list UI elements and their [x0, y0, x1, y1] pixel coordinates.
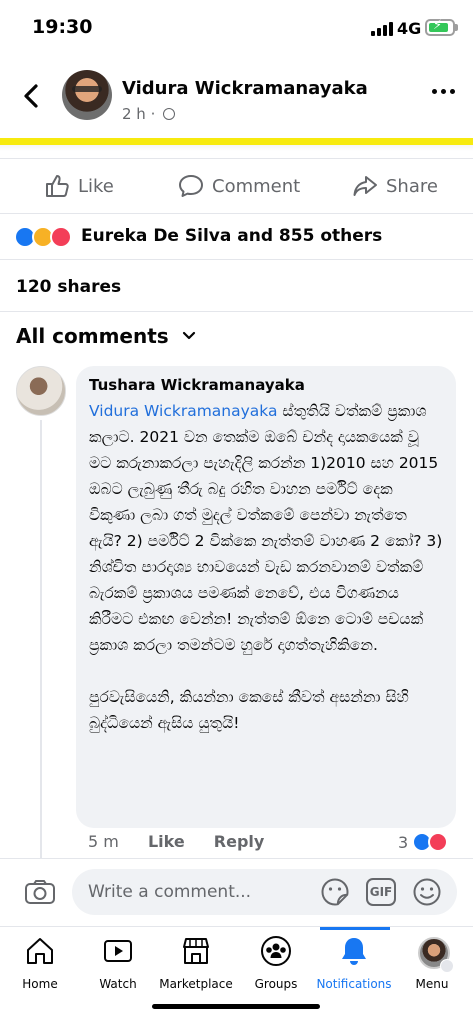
comment-author[interactable]: Tushara Wickramanayaka: [89, 376, 443, 394]
meta-separator: ·: [150, 105, 156, 123]
battery-tip: [455, 24, 458, 31]
chevron-down-icon: [182, 331, 195, 340]
groups-icon: [261, 936, 291, 966]
nav-groups-label: Groups: [254, 977, 298, 991]
comment-input[interactable]: [72, 869, 457, 915]
emoji-button[interactable]: [412, 877, 442, 907]
nav-groups[interactable]: Groups: [236, 927, 316, 1001]
signal-icon: [371, 22, 393, 36]
nav-menu[interactable]: Menu: [392, 927, 472, 1001]
emoji-icon: [413, 878, 441, 906]
bell-icon: [342, 938, 366, 965]
reaction-summary-text[interactable]: Eureka De Silva and 855 others: [81, 226, 382, 246]
author-avatar[interactable]: [62, 70, 112, 120]
shares-count[interactable]: 120 shares: [16, 277, 121, 297]
reaction-icons: [14, 226, 76, 248]
gif-button[interactable]: GIF: [366, 878, 396, 906]
sticker-button[interactable]: [320, 877, 350, 907]
comment-label: Comment: [212, 175, 301, 197]
nav-watch-label: Watch: [99, 977, 137, 991]
comment-icon: [179, 175, 203, 197]
comment-time: 5 m: [88, 832, 119, 851]
home-icon: [27, 938, 53, 964]
more-options-button[interactable]: [432, 86, 456, 96]
nav-watch[interactable]: Watch: [78, 927, 158, 1001]
comment-bubble[interactable]: Tushara Wickramanayaka Vidura Wickramana…: [76, 366, 456, 828]
post-meta: 2 h ·: [122, 105, 176, 123]
shares-row[interactable]: 120 shares: [0, 260, 473, 312]
comment-like-button[interactable]: Like: [148, 832, 185, 851]
author-name[interactable]: Vidura Wickramanayaka: [122, 78, 368, 99]
nav-home[interactable]: Home: [0, 927, 80, 1001]
love-reaction-icon: [50, 226, 72, 248]
comment-body: Vidura Wickramanayaka ස්තුතියි වත්කම් ප්…: [89, 398, 443, 658]
globe-icon: [163, 108, 176, 120]
reactions-summary[interactable]: Eureka De Silva and 855 others: [0, 214, 473, 260]
camera-button[interactable]: [24, 879, 56, 905]
battery-icon: ⚡: [425, 18, 455, 36]
commenter-avatar[interactable]: [16, 366, 66, 416]
share-button[interactable]: Share: [352, 169, 438, 203]
menu-badge-icon: [440, 959, 454, 973]
post-action-row: Like Comment Share: [0, 158, 473, 214]
comment-button[interactable]: Comment: [178, 169, 300, 203]
comment-reply-button[interactable]: Reply: [214, 832, 265, 851]
thumbs-up-icon: [46, 175, 69, 197]
watch-icon: [104, 940, 132, 962]
share-label: Share: [386, 175, 438, 197]
nav-marketplace-label: Marketplace: [159, 977, 233, 991]
comment-text: ස්තුතියි වත්කම් ප්‍රකාශ කලාට. 2021 වන තෙ…: [89, 402, 443, 654]
bottom-navigation: Home Watch Marketplace Groups Notificati…: [0, 926, 473, 1024]
camera-icon: [25, 880, 55, 904]
chevron-left-icon: [24, 84, 38, 108]
comment-actions: 5 m Like Reply: [88, 832, 288, 851]
comment-reaction-number: 3: [398, 832, 409, 852]
share-icon: [353, 176, 377, 196]
love-reaction-icon: [428, 832, 449, 852]
nav-notifications-label: Notifications: [316, 977, 392, 991]
like-button[interactable]: Like: [44, 169, 114, 203]
status-bar: 19:30 4G ⚡: [0, 0, 473, 58]
nav-home-label: Home: [22, 977, 58, 991]
thread-line: [40, 420, 42, 860]
comment-reaction-count[interactable]: 3: [398, 832, 449, 852]
sticker-icon: [321, 878, 349, 906]
nav-marketplace[interactable]: Marketplace: [156, 927, 236, 1001]
network-label: 4G: [397, 19, 422, 38]
post-header: Vidura Wickramanayaka 2 h ·: [0, 58, 473, 138]
post-time: 2 h: [122, 105, 146, 123]
comment-filter-dropdown[interactable]: All comments: [16, 324, 197, 348]
nav-menu-label: Menu: [415, 977, 449, 991]
comment-composer: GIF: [0, 858, 473, 926]
back-button[interactable]: [18, 82, 46, 110]
post-image-edge: [0, 138, 473, 151]
like-label: Like: [78, 175, 114, 197]
nav-notifications[interactable]: Notifications: [314, 927, 394, 1001]
status-time: 19:30: [32, 16, 93, 38]
marketplace-icon: [183, 938, 209, 964]
home-indicator: [152, 1004, 320, 1009]
comment-mention[interactable]: Vidura Wickramanayaka: [89, 402, 277, 420]
comment-filter-label: All comments: [16, 324, 169, 348]
comment-text-second: පුරවැසියෙනි, කියන්නා කෙසේ කීවත් අසන්නා ස…: [89, 688, 409, 732]
